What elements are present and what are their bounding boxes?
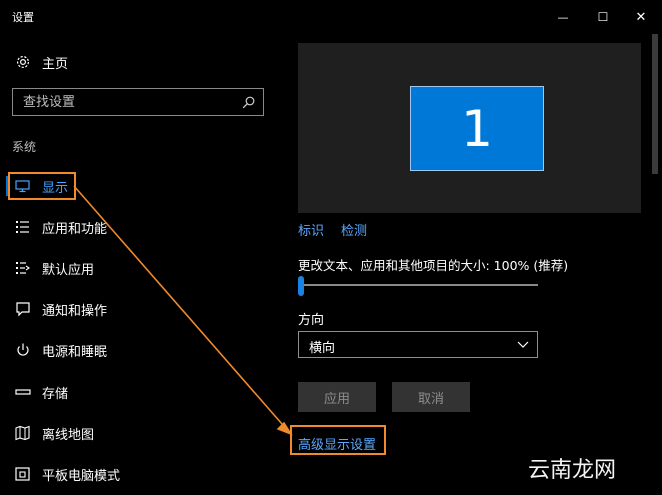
sidebar-home[interactable]: 主页 <box>0 42 270 82</box>
sidebar-item-default-apps-label: 默认应用 <box>42 263 95 278</box>
maximize-button[interactable]: ☐ <box>584 0 622 34</box>
monitor-tile[interactable]: 1 <box>410 86 544 171</box>
section-title: 系统 <box>12 140 37 154</box>
gear-icon <box>16 55 30 69</box>
close-icon: ✕ <box>635 9 647 25</box>
close-button[interactable]: ✕ <box>622 0 660 34</box>
sidebar-item-storage[interactable]: 存储 <box>0 372 270 412</box>
sidebar-item-apps-features[interactable]: 应用和功能 <box>0 207 270 247</box>
sidebar-item-notifications-label: 通知和操作 <box>42 304 108 319</box>
scale-slider-thumb[interactable] <box>298 276 304 296</box>
settings-window: 设置 — ☐ ✕ 主页 系统 显示 <box>0 0 662 495</box>
detect-link[interactable]: 检测 <box>341 220 367 239</box>
tablet-mode-icon <box>15 467 30 481</box>
sidebar-item-offline-maps-label: 离线地图 <box>42 428 95 443</box>
scrollbar[interactable] <box>652 34 658 174</box>
power-icon <box>17 343 29 356</box>
orientation-value: 横向 <box>309 341 336 356</box>
notification-icon <box>16 302 30 317</box>
storage-icon <box>15 389 31 395</box>
scale-label: 更改文本、应用和其他项目的大小: 100% (推荐) <box>298 258 569 273</box>
minimize-icon: — <box>557 10 569 24</box>
sidebar-item-offline-maps[interactable]: 离线地图 <box>0 413 270 453</box>
map-icon <box>15 425 30 441</box>
display-highlight-box <box>8 172 76 200</box>
search-box[interactable] <box>12 88 264 116</box>
sidebar-item-tablet-mode[interactable]: 平板电脑模式 <box>0 454 270 494</box>
cancel-button[interactable]: 取消 <box>392 382 470 412</box>
orientation-dropdown[interactable]: 横向 <box>298 331 538 358</box>
search-icon[interactable] <box>242 96 255 109</box>
advanced-link-highlight-box <box>290 425 386 455</box>
minimize-button[interactable]: — <box>544 0 582 34</box>
apply-button[interactable]: 应用 <box>298 382 376 412</box>
title-bar: 设置 — ☐ ✕ <box>0 0 662 34</box>
apps-list-icon <box>16 221 29 233</box>
sidebar-home-label: 主页 <box>42 57 69 72</box>
monitor-number: 1 <box>461 99 493 158</box>
sidebar-item-notifications[interactable]: 通知和操作 <box>0 289 270 329</box>
scale-slider-track[interactable] <box>298 284 538 286</box>
window-title: 设置 <box>12 11 34 24</box>
maximize-icon: ☐ <box>597 10 609 24</box>
watermark-text: 云南龙网 <box>528 458 617 483</box>
sidebar-item-power-sleep-label: 电源和睡眠 <box>42 345 108 360</box>
default-apps-icon <box>16 262 30 274</box>
orientation-label: 方向 <box>298 313 325 328</box>
sidebar-item-tablet-mode-label: 平板电脑模式 <box>42 469 121 484</box>
sidebar-item-default-apps[interactable]: 默认应用 <box>0 248 270 288</box>
sidebar-item-storage-label: 存储 <box>42 387 69 402</box>
sidebar-item-apps-features-label: 应用和功能 <box>42 222 108 237</box>
search-input[interactable] <box>13 89 243 115</box>
chevron-down-icon <box>517 341 529 348</box>
sidebar-item-power-sleep[interactable]: 电源和睡眠 <box>0 330 270 370</box>
identify-link[interactable]: 标识 <box>298 220 324 239</box>
